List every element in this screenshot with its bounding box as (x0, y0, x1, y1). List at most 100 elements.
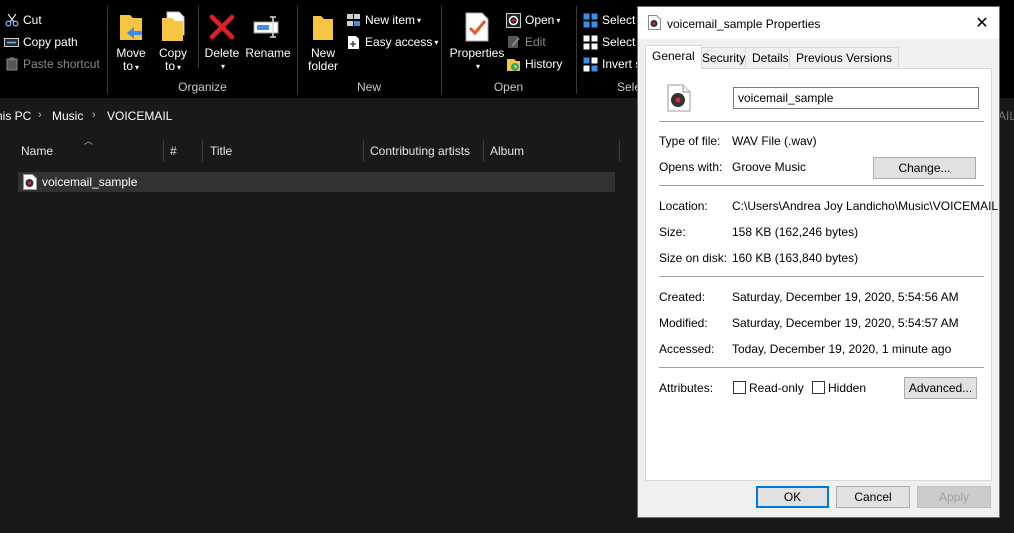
close-button[interactable]: ✕ (965, 7, 999, 39)
new-item-caret-icon: ▾ (417, 15, 422, 25)
created-label: Created: (659, 290, 706, 304)
tab-previous-versions[interactable]: Previous Versions (789, 47, 900, 68)
read-only-checkbox[interactable] (733, 381, 746, 394)
attributes-label: Attributes: (659, 381, 714, 395)
opens-with-value: Groove Music (732, 160, 807, 174)
history-button[interactable]: History (506, 54, 562, 74)
accessed-label: Accessed: (659, 342, 715, 356)
copy-path-button[interactable]: Copy path (4, 32, 78, 52)
breadcrumb-music[interactable]: Music (52, 109, 83, 123)
size-on-disk-value: 160 KB (163,840 bytes) (732, 251, 859, 265)
properties-button[interactable]: Properties ▾ (448, 10, 506, 73)
read-only-label[interactable]: Read-only (749, 381, 804, 395)
new-group: New folder New item ▾ Easy access ▾ New (298, 4, 440, 96)
column-header-name[interactable]: Name (21, 144, 53, 158)
invert-selection-label: Invert s (602, 57, 642, 71)
properties-label: Properties (449, 46, 505, 60)
copy-to-label-2: to ▾ (164, 59, 182, 73)
new-folder-label-2: folder (307, 59, 339, 73)
change-button[interactable]: Change... (873, 157, 976, 179)
select-all-button[interactable]: Select a (583, 10, 645, 30)
open-app-icon (506, 12, 521, 28)
move-to-icon (114, 10, 148, 44)
open-group: Properties ▾ Open ▾ Edit History Open (442, 4, 575, 96)
invert-selection-icon (583, 57, 598, 72)
file-row-voicemail-sample[interactable]: voicemail_sample (18, 172, 615, 192)
hidden-checkbox[interactable] (812, 381, 825, 394)
cut-button[interactable]: Cut (4, 10, 42, 30)
invert-selection-button[interactable]: Invert s (583, 54, 641, 74)
organize-group: Move to ▾ Copy to ▾ Delete ▾ Rename Organi… (108, 4, 297, 96)
properties-dialog: voicemail_sample Properties ✕ General Se… (637, 6, 1000, 518)
paste-shortcut-label: Paste shortcut (23, 57, 100, 71)
separator (659, 185, 984, 186)
breadcrumb-voicemail[interactable]: VOICEMAIL (107, 109, 172, 123)
accessed-value: Today, December 19, 2020, 1 minute ago (732, 342, 952, 356)
modified-label: Modified: (659, 316, 708, 330)
easy-access-caret-icon: ▾ (434, 37, 439, 47)
edit-button[interactable]: Edit (506, 32, 546, 52)
size-value: 158 KB (162,246 bytes) (732, 225, 859, 239)
organize-group-label: Organize (178, 80, 227, 94)
select-all-icon (583, 13, 598, 28)
audio-file-icon (648, 15, 661, 30)
location-value: C:\Users\Andrea Joy Landicho\Music\VOICE… (732, 199, 999, 213)
copy-to-icon (156, 10, 190, 44)
column-header-contributing-artists[interactable]: Contributing artists (370, 144, 470, 158)
sort-arrow-icon: ︿ (84, 136, 94, 146)
easy-access-icon (346, 35, 361, 50)
close-icon: ✕ (975, 15, 989, 32)
rename-icon (251, 10, 285, 44)
delete-caret-icon: ▾ (220, 62, 225, 71)
type-of-file-value: WAV File (.wav) (732, 134, 817, 148)
open-caret-icon: ▾ (556, 15, 561, 25)
delete-button[interactable]: Delete ▾ (205, 10, 239, 73)
cancel-button[interactable]: Cancel (836, 486, 910, 508)
hidden-label[interactable]: Hidden (828, 381, 866, 395)
tab-security[interactable]: Security (695, 47, 753, 68)
column-divider (619, 140, 620, 162)
new-item-label: New item (365, 13, 416, 27)
column-divider (483, 140, 484, 162)
new-folder-button[interactable]: New folder (306, 10, 340, 73)
tab-general[interactable]: General (645, 45, 702, 69)
easy-access-label: Easy access (365, 35, 433, 49)
column-header-number[interactable]: # (170, 144, 177, 158)
apply-button[interactable]: Apply (917, 486, 991, 508)
new-item-button[interactable]: New item ▾ (346, 10, 421, 30)
move-to-button[interactable]: Move to ▾ (114, 10, 148, 74)
copy-to-button[interactable]: Copy to ▾ (156, 10, 190, 74)
history-icon (506, 57, 521, 72)
easy-access-button[interactable]: Easy access ▾ (346, 32, 438, 52)
select-none-button[interactable]: Select n (583, 32, 645, 52)
breadcrumb-chevron-icon: › (92, 109, 96, 121)
advanced-button[interactable]: Advanced... (904, 377, 977, 399)
file-name-input[interactable] (733, 87, 979, 109)
rename-button[interactable]: Rename (245, 10, 291, 60)
open-button[interactable]: Open ▾ (506, 10, 560, 30)
new-item-icon (346, 13, 361, 28)
column-divider (202, 140, 203, 162)
rename-label: Rename (245, 46, 291, 60)
edit-label: Edit (525, 35, 546, 49)
scissors-icon (4, 13, 19, 28)
search-box-fragment[interactable]: AIL (998, 109, 1014, 123)
separator (659, 367, 984, 368)
select-none-icon (583, 35, 598, 50)
column-divider (363, 140, 364, 162)
dialog-titlebar[interactable]: voicemail_sample Properties ✕ (638, 7, 999, 39)
open-group-label: Open (493, 80, 524, 94)
column-header-title[interactable]: Title (210, 144, 232, 158)
column-header-album[interactable]: Album (490, 144, 524, 158)
new-group-label: New (356, 80, 381, 94)
file-list: ︿ Name # Title Contributing artists Albu… (0, 136, 640, 533)
opens-with-label: Opens with: (659, 160, 723, 174)
ribbon-divider (198, 6, 199, 68)
copy-path-label: Copy path (23, 35, 78, 49)
breadcrumb-this-pc[interactable]: nis PC (0, 109, 31, 123)
properties-icon (460, 10, 494, 44)
ok-button[interactable]: OK (756, 486, 829, 508)
paste-shortcut-icon (4, 57, 19, 72)
paste-shortcut-button[interactable]: Paste shortcut (4, 54, 100, 74)
delete-x-icon (205, 10, 239, 44)
